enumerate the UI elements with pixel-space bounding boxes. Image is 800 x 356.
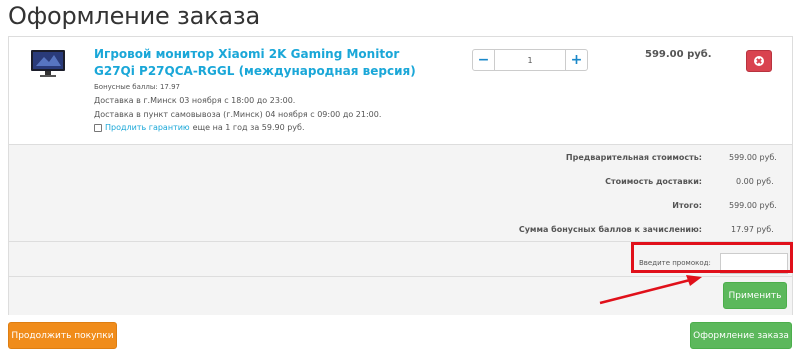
- warranty-link[interactable]: Продлить гарантию: [105, 123, 190, 132]
- summary-label: Предварительная стоимость:: [565, 153, 702, 162]
- product-title-link[interactable]: Игровой монитор Xiaomi 2K Gaming Monitor…: [94, 46, 434, 80]
- delivery-home-text: Доставка в г.Минск 03 ноября с 18:00 до …: [94, 96, 296, 105]
- quantity-increase-button[interactable]: +: [565, 49, 588, 71]
- warranty-option: Продлить гарантию еще на 1 год за 59.90 …: [94, 123, 305, 132]
- monitor-icon[interactable]: [30, 49, 66, 79]
- summary-row-subtotal: Предварительная стоимость: 599.00 руб.: [9, 145, 792, 170]
- quantity-input[interactable]: [495, 49, 565, 71]
- promo-apply-row: Применить: [9, 277, 792, 315]
- page-title: Оформление заказа: [8, 2, 260, 30]
- cart-item-row: Игровой монитор Xiaomi 2K Gaming Monitor…: [9, 37, 792, 145]
- summary-value: 17.97 руб.: [731, 225, 774, 234]
- summary-value: 599.00 руб.: [729, 201, 777, 210]
- quantity-stepper: − +: [472, 49, 588, 71]
- warranty-checkbox[interactable]: [94, 123, 102, 132]
- item-price: 599.00 руб.: [645, 49, 712, 60]
- bonus-points-text: Бонусные баллы: 17.97: [94, 83, 180, 91]
- summary-row-total: Итого: 599.00 руб.: [9, 193, 792, 218]
- summary-row-bonus: Сумма бонусных баллов к зачислению: 17.9…: [9, 217, 792, 242]
- summary-label: Итого:: [672, 201, 702, 210]
- delivery-pickup-text: Доставка в пункт самовывоза (г.Минск) 04…: [94, 110, 382, 119]
- summary-label: Сумма бонусных баллов к зачислению:: [518, 225, 702, 234]
- summary-value: 599.00 руб.: [729, 153, 777, 162]
- promo-highlight-box: [631, 242, 793, 273]
- summary-value: 0.00 руб.: [736, 177, 774, 186]
- summary-label: Стоимость доставки:: [605, 177, 702, 186]
- apply-promo-button[interactable]: Применить: [723, 282, 787, 309]
- warranty-suffix: еще на 1 год за 59.90 руб.: [192, 123, 305, 132]
- continue-shopping-button[interactable]: Продолжить покупки: [8, 322, 117, 349]
- checkout-button[interactable]: Оформление заказа: [690, 322, 792, 349]
- remove-item-button[interactable]: [746, 50, 772, 72]
- summary-row-delivery: Стоимость доставки: 0.00 руб.: [9, 169, 792, 194]
- close-circle-icon: [754, 56, 764, 66]
- cart-table: Игровой монитор Xiaomi 2K Gaming Monitor…: [8, 36, 793, 315]
- quantity-decrease-button[interactable]: −: [472, 49, 495, 71]
